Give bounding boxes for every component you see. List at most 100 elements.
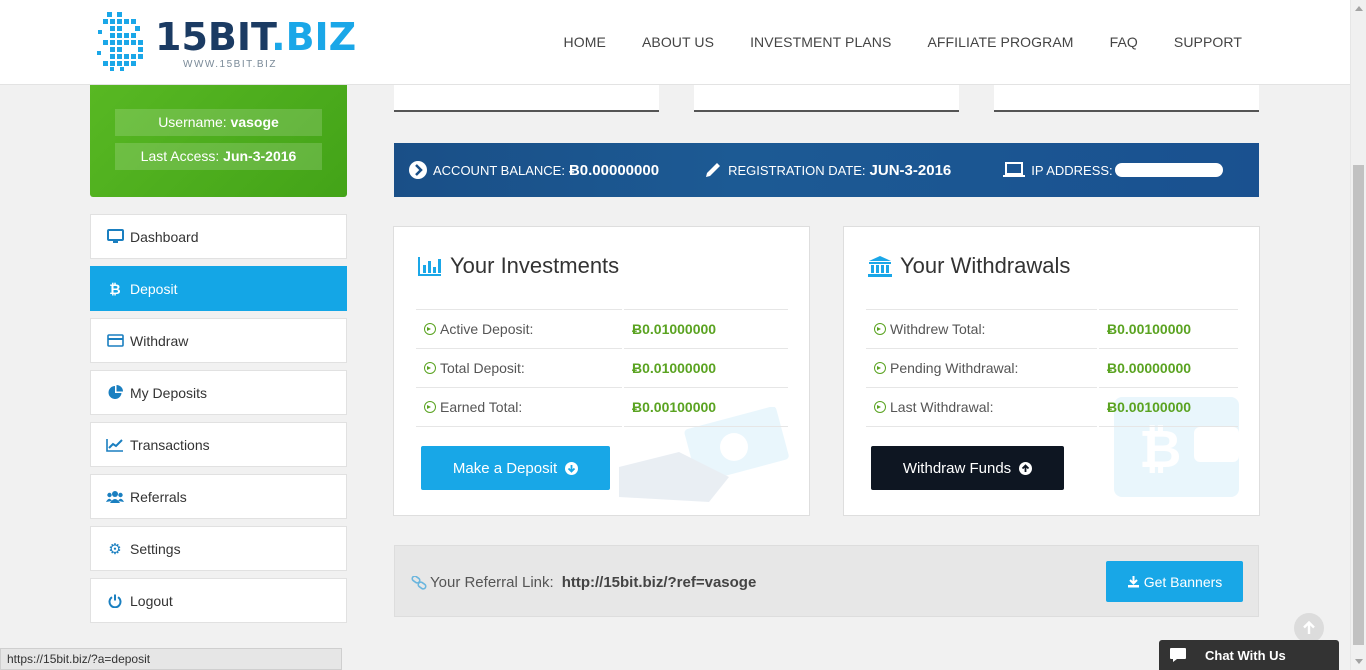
withdrawals-title: Your Withdrawals bbox=[868, 253, 1070, 279]
row-label-text: Last Withdrawal: bbox=[890, 399, 994, 415]
arrow-circle-icon bbox=[424, 362, 436, 374]
sidebar-item-label: Settings bbox=[130, 540, 181, 557]
ip-redacted bbox=[1114, 163, 1223, 177]
nav-about-us[interactable]: ABOUT US bbox=[642, 34, 714, 50]
row-value: Ƀ0.01000000 bbox=[622, 348, 788, 388]
table-row: Withdrew Total: Ƀ0.00100000 bbox=[866, 309, 1238, 349]
referral-link[interactable]: http://15bit.biz/?ref=vasoge bbox=[562, 574, 757, 591]
main-nav: HOME ABOUT US INVESTMENT PLANS AFFILIATE… bbox=[564, 34, 1242, 50]
gear-icon: ⚙ bbox=[108, 540, 122, 558]
investments-title-text: Your Investments bbox=[450, 253, 620, 278]
nav-faq[interactable]: FAQ bbox=[1110, 34, 1138, 50]
account-balance: ACCOUNT BALANCE: Ƀ0.00000000 bbox=[408, 160, 659, 180]
username-value: vasoge bbox=[230, 114, 279, 130]
table-row: Earned Total: Ƀ0.00100000 bbox=[416, 387, 788, 427]
registration-date: REGISTRATION DATE: JUN-3-2016 bbox=[703, 160, 951, 180]
nav-affiliate-program[interactable]: AFFILIATE PROGRAM bbox=[927, 34, 1073, 50]
withdraw-funds-button[interactable]: Withdraw Funds bbox=[871, 446, 1064, 490]
nav-support[interactable]: SUPPORT bbox=[1174, 34, 1242, 50]
stat-box bbox=[694, 84, 959, 112]
make-deposit-button[interactable]: Make a Deposit bbox=[421, 446, 610, 490]
last-access-label: Last Access: bbox=[140, 148, 220, 164]
arrow-circle-icon bbox=[424, 401, 436, 413]
scrollbar-thumb[interactable] bbox=[1353, 165, 1364, 645]
scroll-to-top-button[interactable] bbox=[1294, 613, 1324, 643]
last-access-row: Last Access: Jun-3-2016 bbox=[115, 143, 322, 170]
username-row: Username: vasoge bbox=[115, 109, 322, 136]
username-label: Username: bbox=[158, 114, 227, 130]
arrow-circle-icon bbox=[424, 323, 436, 335]
arrow-circle-down-icon bbox=[565, 461, 579, 475]
scroll-down-arrow[interactable] bbox=[1355, 659, 1363, 664]
arrow-circle-up-icon bbox=[1019, 461, 1033, 475]
sidebar-item-my-deposits[interactable]: My Deposits bbox=[90, 370, 347, 415]
stat-box bbox=[994, 84, 1259, 112]
withdrawals-table: Withdrew Total: Ƀ0.00100000 Pending With… bbox=[866, 309, 1238, 427]
arrow-up-icon bbox=[1303, 621, 1315, 634]
investments-panel: Your Investments Active Deposit: Ƀ0.0100… bbox=[393, 226, 810, 516]
make-deposit-label: Make a Deposit bbox=[452, 459, 558, 477]
withdrawals-panel: ₿ Your Withdrawals Withdrew Total: Ƀ0.00… bbox=[843, 226, 1260, 516]
row-label: Last Withdrawal: bbox=[866, 387, 1098, 427]
table-row: Pending Withdrawal: Ƀ0.00000000 bbox=[866, 348, 1238, 388]
investments-title: Your Investments bbox=[418, 253, 619, 279]
ip-address: IP ADDRESS: bbox=[1003, 162, 1223, 178]
row-value: Ƀ0.00100000 bbox=[1097, 309, 1238, 349]
withdraw-funds-label: Withdraw Funds bbox=[902, 459, 1012, 477]
bitcoin-icon: ₿ bbox=[109, 280, 121, 297]
sidebar-item-settings[interactable]: ⚙ Settings bbox=[90, 526, 347, 571]
page-scrollbar[interactable] bbox=[1350, 0, 1366, 670]
withdrawals-title-text: Your Withdrawals bbox=[900, 253, 1071, 278]
laptop-icon bbox=[1003, 162, 1026, 177]
sidebar-item-label: Referrals bbox=[130, 488, 187, 505]
last-access-value: Jun-3-2016 bbox=[223, 148, 297, 164]
power-icon bbox=[106, 593, 124, 609]
sidebar-item-logout[interactable]: Logout bbox=[90, 578, 347, 623]
row-label: Earned Total: bbox=[416, 387, 623, 427]
registration-label: REGISTRATION DATE: bbox=[728, 162, 866, 178]
nav-home[interactable]: HOME bbox=[564, 34, 606, 50]
logo-text: 15BIT.BIZ bbox=[155, 15, 357, 59]
sidebar-item-referrals[interactable]: Referrals bbox=[90, 474, 347, 519]
row-label-text: Total Deposit: bbox=[440, 360, 525, 376]
sidebar-item-withdraw[interactable]: Withdraw bbox=[90, 318, 347, 363]
sidebar-item-transactions[interactable]: Transactions bbox=[90, 422, 347, 467]
row-label-text: Pending Withdrawal: bbox=[890, 360, 1019, 376]
logo-subtitle: WWW.15BIT.BIZ bbox=[183, 59, 277, 70]
row-label: Withdrew Total: bbox=[866, 309, 1098, 349]
row-label: Active Deposit: bbox=[416, 309, 623, 349]
row-label: Total Deposit: bbox=[416, 348, 623, 388]
bank-icon bbox=[868, 255, 892, 277]
pencil-icon bbox=[706, 163, 721, 177]
table-row: Total Deposit: Ƀ0.01000000 bbox=[416, 348, 788, 388]
chat-bubble-icon bbox=[1169, 647, 1187, 663]
site-logo[interactable]: 15BIT.BIZ WWW.15BIT.BIZ bbox=[95, 10, 356, 74]
browser-status-bar: https://15bit.biz/?a=deposit bbox=[0, 648, 342, 670]
chat-widget[interactable]: Chat With Us bbox=[1159, 640, 1339, 670]
arrow-circle-right-icon bbox=[409, 161, 427, 179]
users-icon bbox=[106, 489, 124, 505]
scroll-up-arrow[interactable] bbox=[1355, 6, 1363, 11]
bar-chart-icon bbox=[418, 256, 442, 276]
row-label-text: Active Deposit: bbox=[440, 321, 534, 337]
sidebar-item-deposit[interactable]: ₿ Deposit bbox=[90, 266, 347, 311]
row-label-text: Withdrew Total: bbox=[890, 321, 986, 337]
ip-label: IP ADDRESS: bbox=[1031, 162, 1113, 178]
row-value: Ƀ0.00100000 bbox=[622, 387, 788, 427]
sidebar-item-label: Deposit bbox=[130, 280, 178, 297]
sidebar-item-label: Withdraw bbox=[130, 332, 189, 349]
account-info-bar: ACCOUNT BALANCE: Ƀ0.00000000 REGISTRATIO… bbox=[394, 143, 1259, 197]
svg-text:₿: ₿ bbox=[1139, 420, 1181, 480]
nav-investment-plans[interactable]: INVESTMENT PLANS bbox=[750, 34, 891, 50]
investments-table: Active Deposit: Ƀ0.01000000 Total Deposi… bbox=[416, 309, 788, 427]
get-banners-button[interactable]: Get Banners bbox=[1106, 561, 1243, 602]
user-panel: Username: vasoge Last Access: Jun-3-2016 bbox=[90, 84, 347, 197]
sidebar-item-label: Transactions bbox=[130, 436, 210, 453]
referral-bar: Your Referral Link: http://15bit.biz/?re… bbox=[394, 545, 1259, 617]
line-chart-icon bbox=[106, 437, 124, 453]
arrow-circle-icon bbox=[874, 362, 886, 374]
row-value: Ƀ0.01000000 bbox=[622, 309, 788, 349]
get-banners-label: Get Banners bbox=[1143, 573, 1223, 590]
download-icon bbox=[1127, 576, 1139, 588]
sidebar-item-dashboard[interactable]: Dashboard bbox=[90, 214, 347, 259]
